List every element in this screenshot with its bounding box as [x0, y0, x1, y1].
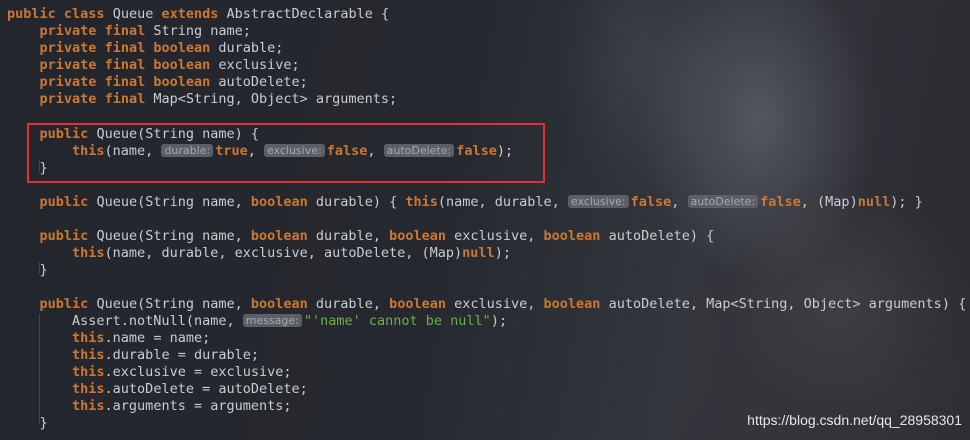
code-line: this.name = name; — [72, 330, 211, 346]
highlight-box — [27, 123, 545, 183]
code-line: private final String name; — [39, 23, 251, 39]
param-hint: message: — [242, 314, 302, 327]
code-line: public Queue(String name, boolean durabl… — [39, 296, 967, 312]
code-line: Assert.notNull(name, message: "'name' can… — [72, 313, 508, 329]
code-line: this.autoDelete = autoDelete; — [72, 381, 308, 397]
code-line: public Queue(String name, boolean durabl… — [39, 194, 923, 210]
param-hint: exclusive: — [567, 195, 629, 208]
code-line: this(name, durable, exclusive, autoDelet… — [72, 245, 511, 261]
code-editor[interactable]: public class Queue extends AbstractDecla… — [0, 0, 970, 440]
code-line: public class Queue extends AbstractDecla… — [7, 6, 390, 22]
code-line: this.arguments = arguments; — [72, 398, 292, 414]
code-line: private final Map<String, Object> argume… — [39, 91, 398, 107]
code-line: private final boolean durable; — [39, 40, 284, 56]
code-line: private final boolean exclusive; — [39, 57, 300, 73]
code-line: public Queue(String name, boolean durabl… — [39, 228, 715, 244]
code-line: this.durable = durable; — [72, 347, 259, 363]
code-line: } — [39, 262, 48, 278]
code-line: } — [39, 415, 48, 431]
watermark-text: https://blog.csdn.net/qq_28958301 — [747, 412, 962, 428]
param-hint: autoDelete: — [687, 195, 759, 208]
code-line: private final boolean autoDelete; — [39, 74, 308, 90]
code-line: this.exclusive = exclusive; — [72, 364, 292, 380]
